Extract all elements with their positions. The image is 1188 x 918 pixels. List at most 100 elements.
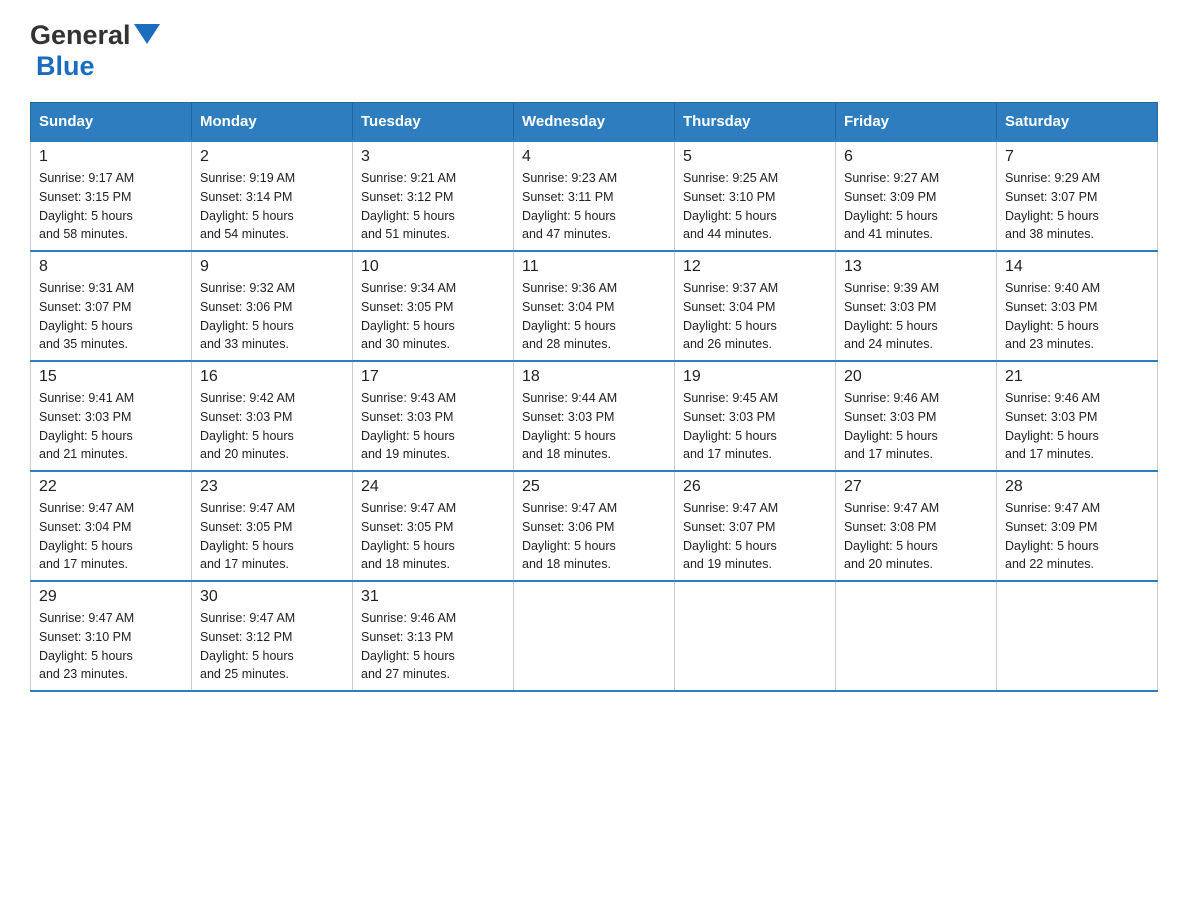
day-number: 23 bbox=[200, 478, 344, 496]
day-info: Sunrise: 9:39 AMSunset: 3:03 PMDaylight:… bbox=[844, 281, 939, 351]
calendar-day-cell: 10 Sunrise: 9:34 AMSunset: 3:05 PMDaylig… bbox=[353, 251, 514, 361]
calendar-day-cell: 16 Sunrise: 9:42 AMSunset: 3:03 PMDaylig… bbox=[192, 361, 353, 471]
day-info: Sunrise: 9:47 AMSunset: 3:04 PMDaylight:… bbox=[39, 501, 134, 571]
calendar-day-cell: 4 Sunrise: 9:23 AMSunset: 3:11 PMDayligh… bbox=[514, 141, 675, 251]
empty-day-cell bbox=[675, 581, 836, 691]
day-number: 21 bbox=[1005, 368, 1149, 386]
calendar-day-cell: 7 Sunrise: 9:29 AMSunset: 3:07 PMDayligh… bbox=[997, 141, 1158, 251]
day-number: 8 bbox=[39, 258, 183, 276]
day-info: Sunrise: 9:37 AMSunset: 3:04 PMDaylight:… bbox=[683, 281, 778, 351]
day-number: 29 bbox=[39, 588, 183, 606]
calendar-day-cell: 27 Sunrise: 9:47 AMSunset: 3:08 PMDaylig… bbox=[836, 471, 997, 581]
day-number: 5 bbox=[683, 148, 827, 166]
day-info: Sunrise: 9:19 AMSunset: 3:14 PMDaylight:… bbox=[200, 171, 295, 241]
day-number: 30 bbox=[200, 588, 344, 606]
day-info: Sunrise: 9:47 AMSunset: 3:12 PMDaylight:… bbox=[200, 611, 295, 681]
day-info: Sunrise: 9:23 AMSunset: 3:11 PMDaylight:… bbox=[522, 171, 617, 241]
day-info: Sunrise: 9:29 AMSunset: 3:07 PMDaylight:… bbox=[1005, 171, 1100, 241]
day-number: 11 bbox=[522, 258, 666, 276]
calendar-day-cell: 14 Sunrise: 9:40 AMSunset: 3:03 PMDaylig… bbox=[997, 251, 1158, 361]
calendar-day-cell: 23 Sunrise: 9:47 AMSunset: 3:05 PMDaylig… bbox=[192, 471, 353, 581]
day-info: Sunrise: 9:43 AMSunset: 3:03 PMDaylight:… bbox=[361, 391, 456, 461]
calendar-day-cell: 3 Sunrise: 9:21 AMSunset: 3:12 PMDayligh… bbox=[353, 141, 514, 251]
day-number: 15 bbox=[39, 368, 183, 386]
day-info: Sunrise: 9:46 AMSunset: 3:03 PMDaylight:… bbox=[1005, 391, 1100, 461]
calendar-week-row: 8 Sunrise: 9:31 AMSunset: 3:07 PMDayligh… bbox=[31, 251, 1158, 361]
weekday-header-thursday: Thursday bbox=[675, 103, 836, 142]
day-info: Sunrise: 9:47 AMSunset: 3:10 PMDaylight:… bbox=[39, 611, 134, 681]
calendar-day-cell: 20 Sunrise: 9:46 AMSunset: 3:03 PMDaylig… bbox=[836, 361, 997, 471]
day-info: Sunrise: 9:27 AMSunset: 3:09 PMDaylight:… bbox=[844, 171, 939, 241]
weekday-header-monday: Monday bbox=[192, 103, 353, 142]
logo: General Blue bbox=[30, 20, 160, 82]
day-info: Sunrise: 9:17 AMSunset: 3:15 PMDaylight:… bbox=[39, 171, 134, 241]
calendar-day-cell: 18 Sunrise: 9:44 AMSunset: 3:03 PMDaylig… bbox=[514, 361, 675, 471]
day-info: Sunrise: 9:46 AMSunset: 3:13 PMDaylight:… bbox=[361, 611, 456, 681]
calendar-day-cell: 8 Sunrise: 9:31 AMSunset: 3:07 PMDayligh… bbox=[31, 251, 192, 361]
calendar-day-cell: 19 Sunrise: 9:45 AMSunset: 3:03 PMDaylig… bbox=[675, 361, 836, 471]
day-number: 24 bbox=[361, 478, 505, 496]
calendar-day-cell: 28 Sunrise: 9:47 AMSunset: 3:09 PMDaylig… bbox=[997, 471, 1158, 581]
calendar-week-row: 29 Sunrise: 9:47 AMSunset: 3:10 PMDaylig… bbox=[31, 581, 1158, 691]
day-info: Sunrise: 9:31 AMSunset: 3:07 PMDaylight:… bbox=[39, 281, 134, 351]
day-number: 7 bbox=[1005, 148, 1149, 166]
day-number: 18 bbox=[522, 368, 666, 386]
logo-general-text: General bbox=[30, 20, 131, 51]
day-info: Sunrise: 9:47 AMSunset: 3:06 PMDaylight:… bbox=[522, 501, 617, 571]
day-number: 27 bbox=[844, 478, 988, 496]
calendar-day-cell: 17 Sunrise: 9:43 AMSunset: 3:03 PMDaylig… bbox=[353, 361, 514, 471]
calendar-day-cell: 22 Sunrise: 9:47 AMSunset: 3:04 PMDaylig… bbox=[31, 471, 192, 581]
day-info: Sunrise: 9:45 AMSunset: 3:03 PMDaylight:… bbox=[683, 391, 778, 461]
weekday-header-friday: Friday bbox=[836, 103, 997, 142]
page-header: General Blue bbox=[30, 20, 1158, 82]
logo-icon bbox=[134, 24, 160, 50]
calendar-header-row: SundayMondayTuesdayWednesdayThursdayFrid… bbox=[31, 103, 1158, 142]
day-info: Sunrise: 9:41 AMSunset: 3:03 PMDaylight:… bbox=[39, 391, 134, 461]
day-number: 13 bbox=[844, 258, 988, 276]
day-number: 25 bbox=[522, 478, 666, 496]
calendar-table: SundayMondayTuesdayWednesdayThursdayFrid… bbox=[30, 102, 1158, 692]
day-number: 1 bbox=[39, 148, 183, 166]
day-info: Sunrise: 9:36 AMSunset: 3:04 PMDaylight:… bbox=[522, 281, 617, 351]
day-info: Sunrise: 9:47 AMSunset: 3:09 PMDaylight:… bbox=[1005, 501, 1100, 571]
calendar-day-cell: 24 Sunrise: 9:47 AMSunset: 3:05 PMDaylig… bbox=[353, 471, 514, 581]
calendar-day-cell: 29 Sunrise: 9:47 AMSunset: 3:10 PMDaylig… bbox=[31, 581, 192, 691]
day-info: Sunrise: 9:47 AMSunset: 3:05 PMDaylight:… bbox=[361, 501, 456, 571]
day-info: Sunrise: 9:44 AMSunset: 3:03 PMDaylight:… bbox=[522, 391, 617, 461]
day-number: 26 bbox=[683, 478, 827, 496]
calendar-day-cell: 2 Sunrise: 9:19 AMSunset: 3:14 PMDayligh… bbox=[192, 141, 353, 251]
day-number: 17 bbox=[361, 368, 505, 386]
weekday-header-tuesday: Tuesday bbox=[353, 103, 514, 142]
calendar-day-cell: 21 Sunrise: 9:46 AMSunset: 3:03 PMDaylig… bbox=[997, 361, 1158, 471]
day-info: Sunrise: 9:32 AMSunset: 3:06 PMDaylight:… bbox=[200, 281, 295, 351]
calendar-day-cell: 6 Sunrise: 9:27 AMSunset: 3:09 PMDayligh… bbox=[836, 141, 997, 251]
day-number: 9 bbox=[200, 258, 344, 276]
day-info: Sunrise: 9:42 AMSunset: 3:03 PMDaylight:… bbox=[200, 391, 295, 461]
day-number: 19 bbox=[683, 368, 827, 386]
empty-day-cell bbox=[997, 581, 1158, 691]
day-number: 3 bbox=[361, 148, 505, 166]
day-number: 4 bbox=[522, 148, 666, 166]
empty-day-cell bbox=[836, 581, 997, 691]
day-number: 22 bbox=[39, 478, 183, 496]
day-info: Sunrise: 9:25 AMSunset: 3:10 PMDaylight:… bbox=[683, 171, 778, 241]
calendar-day-cell: 9 Sunrise: 9:32 AMSunset: 3:06 PMDayligh… bbox=[192, 251, 353, 361]
calendar-week-row: 22 Sunrise: 9:47 AMSunset: 3:04 PMDaylig… bbox=[31, 471, 1158, 581]
weekday-header-sunday: Sunday bbox=[31, 103, 192, 142]
calendar-day-cell: 1 Sunrise: 9:17 AMSunset: 3:15 PMDayligh… bbox=[31, 141, 192, 251]
calendar-day-cell: 12 Sunrise: 9:37 AMSunset: 3:04 PMDaylig… bbox=[675, 251, 836, 361]
day-number: 6 bbox=[844, 148, 988, 166]
day-info: Sunrise: 9:47 AMSunset: 3:07 PMDaylight:… bbox=[683, 501, 778, 571]
day-number: 20 bbox=[844, 368, 988, 386]
calendar-day-cell: 25 Sunrise: 9:47 AMSunset: 3:06 PMDaylig… bbox=[514, 471, 675, 581]
calendar-day-cell: 30 Sunrise: 9:47 AMSunset: 3:12 PMDaylig… bbox=[192, 581, 353, 691]
day-number: 10 bbox=[361, 258, 505, 276]
weekday-header-saturday: Saturday bbox=[997, 103, 1158, 142]
day-info: Sunrise: 9:47 AMSunset: 3:08 PMDaylight:… bbox=[844, 501, 939, 571]
day-info: Sunrise: 9:47 AMSunset: 3:05 PMDaylight:… bbox=[200, 501, 295, 571]
weekday-header-wednesday: Wednesday bbox=[514, 103, 675, 142]
day-number: 2 bbox=[200, 148, 344, 166]
day-number: 16 bbox=[200, 368, 344, 386]
day-number: 12 bbox=[683, 258, 827, 276]
calendar-day-cell: 5 Sunrise: 9:25 AMSunset: 3:10 PMDayligh… bbox=[675, 141, 836, 251]
